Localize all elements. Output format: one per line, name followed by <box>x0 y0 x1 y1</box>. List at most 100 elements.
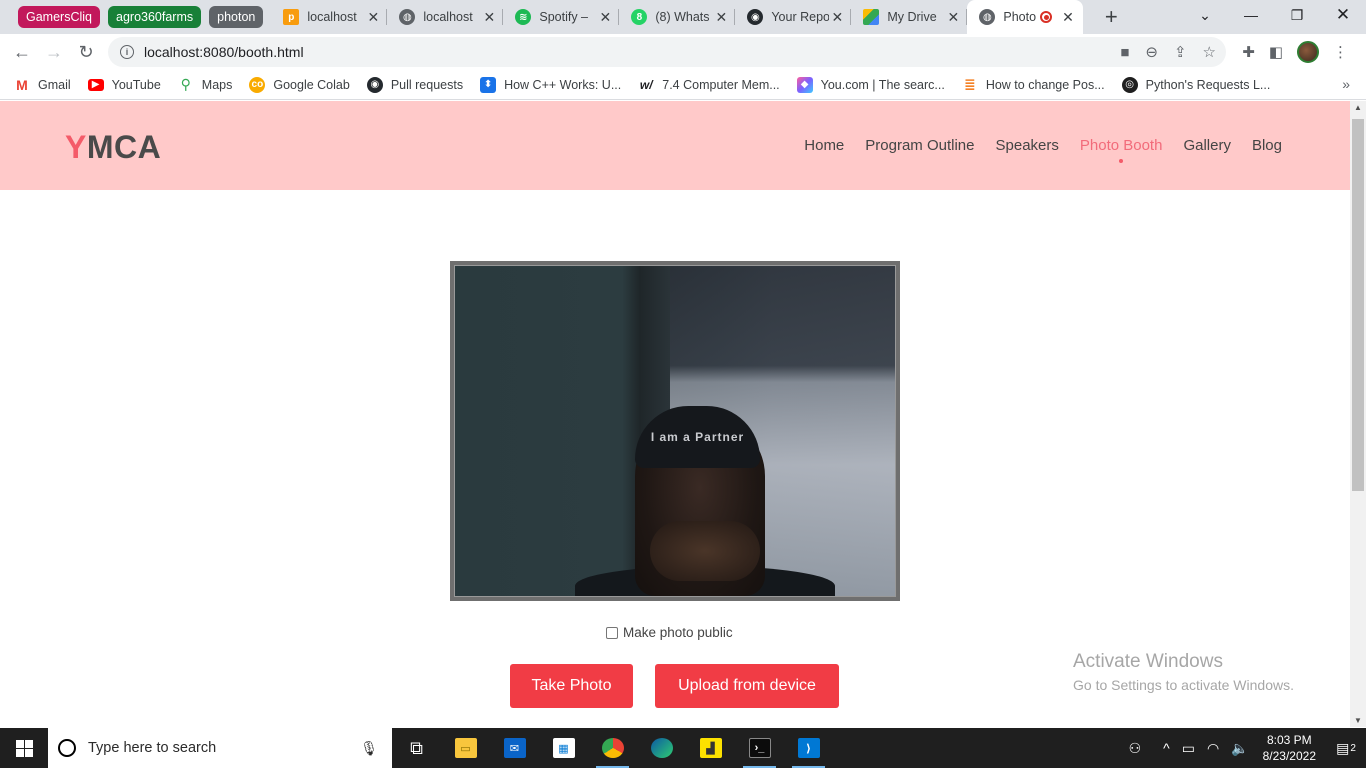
make-public-option[interactable]: Make photo public <box>606 625 733 640</box>
bookmark-maps[interactable]: ⚲ Maps <box>178 76 233 93</box>
site-logo[interactable]: YMCA <box>65 129 161 166</box>
phpmyadmin-icon: p <box>283 9 300 25</box>
browser-tab-active[interactable]: ◍ Photo ✕ <box>967 0 1084 34</box>
nav-program-outline[interactable]: Program Outline <box>865 137 974 154</box>
nav-speakers[interactable]: Speakers <box>996 137 1059 154</box>
colab-icon: co <box>249 76 266 93</box>
close-tab-icon[interactable]: ✕ <box>597 9 613 26</box>
minimize-button[interactable]: — <box>1228 0 1274 30</box>
extensions-icon[interactable]: ✚ <box>1242 43 1255 61</box>
more-bookmarks-icon[interactable]: » <box>1342 76 1350 92</box>
google-drive-icon <box>863 9 880 25</box>
tab-search-icon[interactable]: ⌄ <box>1182 0 1228 30</box>
scroll-up-icon[interactable]: ▲ <box>1353 103 1363 112</box>
camera-video-feed: I am a Partner <box>454 265 896 597</box>
side-panel-icon[interactable]: ◧ <box>1269 43 1283 61</box>
camera-preview-frame: I am a Partner <box>450 261 900 601</box>
profile-avatar[interactable] <box>1297 41 1319 63</box>
url-text[interactable]: localhost:8080/booth.html <box>144 44 304 60</box>
notification-icon: ▤ <box>1336 739 1350 756</box>
new-tab-button[interactable]: + <box>1097 3 1125 31</box>
tab-group-photon[interactable]: photon <box>209 6 264 28</box>
camera-in-use-icon[interactable]: ■ <box>1120 44 1129 61</box>
browser-tab[interactable]: My Drive ✕ <box>851 0 968 34</box>
nav-home[interactable]: Home <box>804 137 844 154</box>
bookmark-pull-requests[interactable]: ◉ Pull requests <box>366 76 463 93</box>
bookmark-label: Google Colab <box>273 77 350 92</box>
bookmark-label: Gmail <box>38 77 71 92</box>
close-tab-icon[interactable]: ✕ <box>713 9 729 26</box>
battery-icon[interactable]: ▭ <box>1182 740 1195 757</box>
notification-count: 2 <box>1350 742 1356 754</box>
site-info-icon[interactable]: i <box>120 45 134 59</box>
reload-button[interactable]: ↻ <box>70 36 102 68</box>
browser-tab[interactable]: ◉ Your Repo ✕ <box>735 0 852 34</box>
browser-tab[interactable]: ≋ Spotify – ✕ <box>503 0 620 34</box>
show-hidden-icons[interactable]: ^ <box>1163 740 1170 756</box>
page-scrollbar[interactable]: ▲ ▼ <box>1350 101 1366 727</box>
bookmark-youtube[interactable]: ▶ YouTube <box>87 78 161 92</box>
bookmark-label: You.com | The searc... <box>820 77 945 92</box>
tab-group-gamerscliq[interactable]: GamersCliq <box>18 6 100 28</box>
address-bar[interactable]: i localhost:8080/booth.html ■ ⊖ ⇪ ☆ <box>108 37 1226 67</box>
people-icon[interactable]: ⚇ <box>1129 740 1142 757</box>
close-tab-icon[interactable]: ✕ <box>365 9 381 26</box>
menu-icon[interactable]: ⋮ <box>1333 43 1348 61</box>
bookmark-youcom[interactable]: ◆ You.com | The searc... <box>796 76 945 93</box>
bookmark-star-icon[interactable]: ☆ <box>1203 43 1216 61</box>
vscode-icon[interactable]: ⟩ <box>784 728 833 768</box>
forward-button[interactable]: → <box>38 36 70 68</box>
take-photo-button[interactable]: Take Photo <box>510 664 633 708</box>
upload-from-device-button[interactable]: Upload from device <box>655 664 839 708</box>
gmail-icon: M <box>16 76 28 93</box>
taskbar-clock[interactable]: 8:03 PM 8/23/2022 <box>1263 732 1316 764</box>
browser-tab[interactable]: 8 (8) Whats ✕ <box>619 0 736 34</box>
nav-blog[interactable]: Blog <box>1252 137 1282 154</box>
tab-group-agro360farms[interactable]: agro360farms <box>108 6 202 28</box>
bookmark-realpython[interactable]: ◎ Python's Requests L... <box>1121 76 1270 93</box>
restore-button[interactable]: ❐ <box>1274 0 1320 30</box>
tab-title: localhost <box>307 10 357 24</box>
close-window-button[interactable]: ✕ <box>1320 0 1366 30</box>
watermark-title: Activate Windows <box>1073 651 1223 672</box>
file-explorer-icon[interactable]: ▭ <box>441 728 490 768</box>
wifi-icon[interactable]: ◠ <box>1207 740 1219 757</box>
microphone-icon[interactable]: 🎙 <box>360 740 378 757</box>
close-tab-icon[interactable]: ✕ <box>1060 9 1076 26</box>
bookmark-colab[interactable]: co Google Colab <box>249 76 350 93</box>
make-public-label: Make photo public <box>623 625 733 640</box>
close-tab-icon[interactable]: ✕ <box>481 9 497 26</box>
browser-tab[interactable]: ◍ localhost ✕ <box>387 0 504 34</box>
bookmark-cpp[interactable]: ⬍ How C++ Works: U... <box>480 76 621 93</box>
share-icon[interactable]: ⇪ <box>1174 43 1187 61</box>
sticky-notes-icon[interactable]: ▟ <box>686 728 735 768</box>
task-view-icon[interactable]: ⧉ <box>392 728 441 768</box>
mail-icon[interactable]: ✉ <box>490 728 539 768</box>
realpython-icon: ◎ <box>1121 76 1138 93</box>
scrollbar-thumb[interactable] <box>1352 119 1364 491</box>
close-tab-icon[interactable]: ✕ <box>829 9 845 26</box>
tab-title: Spotify – <box>539 10 588 24</box>
volume-icon[interactable]: 🔈 <box>1231 740 1248 757</box>
store-icon[interactable]: ▦ <box>539 728 588 768</box>
zoom-icon[interactable]: ⊖ <box>1145 43 1158 61</box>
back-button[interactable]: ← <box>6 36 38 68</box>
bookmark-stackoverflow[interactable]: ≣ How to change Pos... <box>962 76 1105 93</box>
scroll-down-icon[interactable]: ▼ <box>1353 716 1363 725</box>
site-nav: Home Program Outline Speakers Photo Boot… <box>804 137 1282 163</box>
bookmark-computer-memory[interactable]: w/7.4 Computer Mem... <box>638 77 780 93</box>
nav-gallery[interactable]: Gallery <box>1183 137 1231 154</box>
bookmark-gmail[interactable]: M Gmail <box>14 77 71 93</box>
terminal-icon[interactable]: ›_ <box>735 728 784 768</box>
edge-icon[interactable] <box>637 728 686 768</box>
close-tab-icon[interactable]: ✕ <box>945 9 961 26</box>
start-button[interactable] <box>0 728 48 768</box>
recording-indicator-icon <box>1040 11 1053 23</box>
browser-tab[interactable]: p localhost ✕ <box>271 0 388 34</box>
chrome-icon[interactable] <box>588 728 637 768</box>
nav-photo-booth[interactable]: Photo Booth <box>1080 137 1162 163</box>
make-public-checkbox[interactable] <box>606 626 618 639</box>
stackoverflow-icon: ≣ <box>963 76 976 92</box>
taskbar-search-box[interactable]: Type here to search 🎙 <box>48 728 392 768</box>
action-center-button[interactable]: ▤ 2 <box>1326 728 1366 768</box>
